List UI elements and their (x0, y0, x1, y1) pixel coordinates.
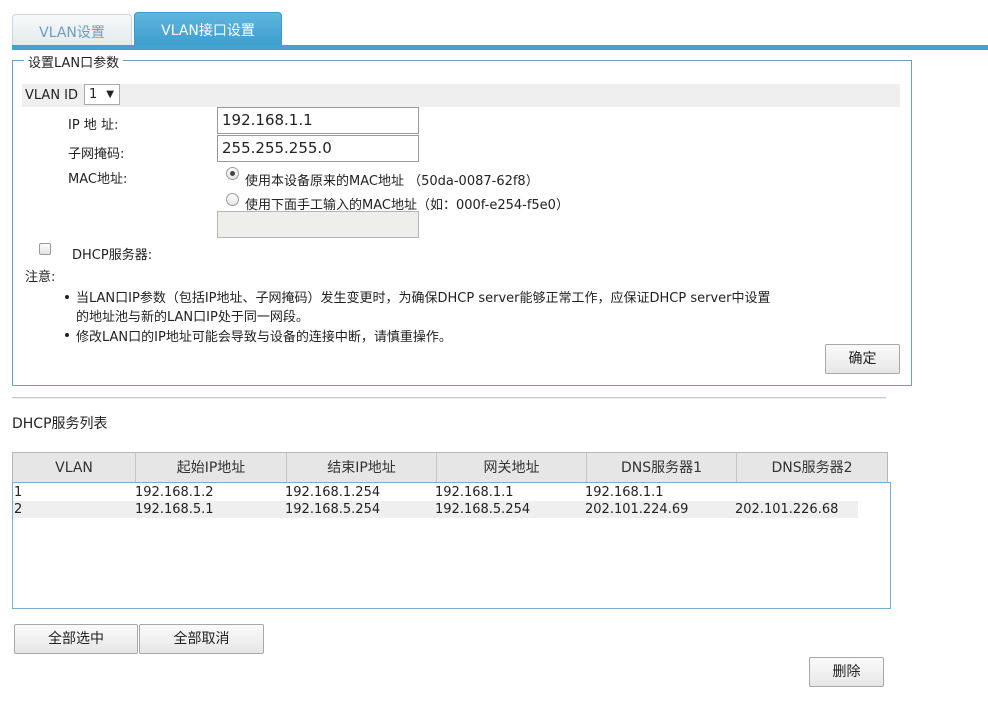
vlan-id-label: VLAN ID (25, 88, 79, 103)
cell-gateway: 192.168.5.254 (435, 502, 531, 517)
column-header-start-ip[interactable]: 起始IP地址 (136, 453, 287, 483)
dhcp-table-header: VLAN 起始IP地址 结束IP地址 网关地址 DNS服务器1 DNS服务器2 (12, 452, 888, 484)
deselect-all-button[interactable]: 全部取消 (139, 624, 264, 654)
confirm-button[interactable]: 确定 (825, 344, 900, 374)
tab-vlan-settings[interactable]: VLAN设置 (12, 14, 132, 48)
ip-address-input[interactable]: 192.168.1.1 (217, 107, 419, 134)
subnet-mask-label: 子网掩码: (68, 147, 125, 162)
ip-address-label: IP 地 址: (68, 118, 119, 133)
cell-dns1: 192.168.1.1 (585, 485, 664, 500)
note-text-1: 当LAN口IP参数（包括IP地址、子网掩码）发生变更时，为确保DHCP serv… (76, 291, 771, 306)
cell-end-ip: 192.168.1.254 (285, 485, 381, 500)
bullet (65, 333, 69, 337)
dhcp-server-checkbox[interactable] (39, 243, 51, 255)
dhcp-server-label: DHCP服务器: (72, 248, 153, 263)
mac-original-label: 使用本设备原来的MAC地址 （50da-0087-62f8） (245, 174, 539, 189)
select-all-button[interactable]: 全部选中 (14, 624, 138, 654)
cell-end-ip: 192.168.5.254 (285, 502, 381, 517)
cell-vlan: 2 (14, 502, 23, 517)
dropdown-arrow-icon: ▼ (106, 89, 114, 100)
lan-settings-legend: 设置LAN口参数 (24, 52, 124, 71)
column-header-gateway[interactable]: 网关地址 (437, 453, 587, 483)
vlan-id-value: 1 (89, 87, 98, 102)
delete-button[interactable]: 删除 (809, 657, 884, 687)
mac-address-label: MAC地址: (68, 172, 128, 187)
mac-manual-input[interactable] (217, 211, 419, 238)
bullet (65, 295, 69, 299)
cell-gateway: 192.168.1.1 (435, 485, 514, 500)
mac-original-radio[interactable] (226, 167, 239, 180)
subnet-mask-input[interactable]: 255.255.255.0 (217, 135, 419, 162)
note-text-1-cont: 的地址池与新的LAN口IP处于同一网段。 (76, 310, 309, 325)
cell-dns1: 202.101.224.69 (585, 502, 689, 517)
mac-manual-radio[interactable] (226, 193, 239, 206)
cell-vlan: 1 (14, 485, 23, 500)
vlan-id-select[interactable]: 1 ▼ (84, 84, 120, 105)
table-row[interactable]: 1 192.168.1.2 192.168.1.254 192.168.1.1 … (13, 484, 858, 501)
cell-dns2: 202.101.226.68 (735, 502, 839, 517)
note-text-2: 修改LAN口的IP地址可能会导致与设备的连接中断，请慎重操作。 (76, 330, 452, 345)
tab-vlan-interface-settings[interactable]: VLAN接口设置 (134, 12, 282, 48)
cell-start-ip: 192.168.5.1 (135, 502, 214, 517)
dhcp-table-body: 1 192.168.1.2 192.168.1.254 192.168.1.1 … (12, 482, 891, 609)
section-divider (12, 397, 886, 399)
vlan-id-row (22, 84, 900, 107)
column-header-dns2[interactable]: DNS服务器2 (737, 453, 887, 483)
column-header-vlan[interactable]: VLAN (13, 453, 136, 483)
column-header-dns1[interactable]: DNS服务器1 (587, 453, 737, 483)
cell-start-ip: 192.168.1.2 (135, 485, 214, 500)
note-title: 注意: (25, 270, 56, 285)
table-row[interactable]: 2 192.168.5.1 192.168.5.254 192.168.5.25… (13, 501, 858, 518)
tab-underline (12, 45, 988, 50)
dhcp-list-title: DHCP服务列表 (12, 416, 108, 432)
column-header-end-ip[interactable]: 结束IP地址 (287, 453, 437, 483)
